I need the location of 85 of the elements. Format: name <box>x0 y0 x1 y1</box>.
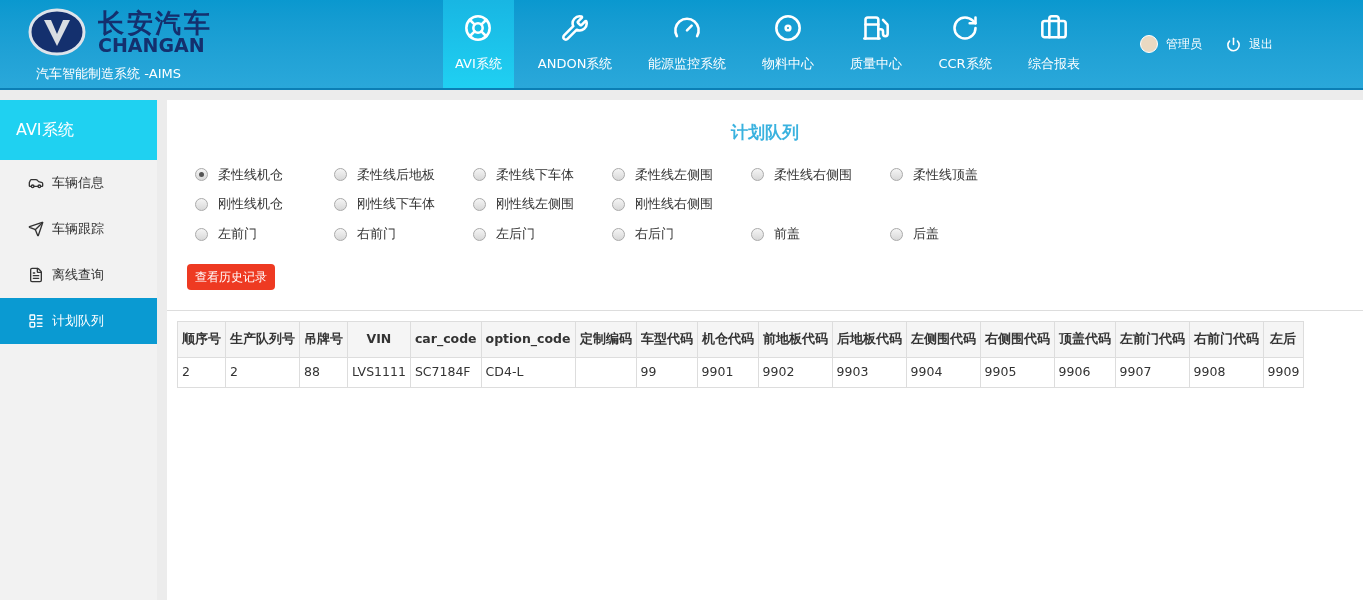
column-header: 定制编码 <box>575 321 637 358</box>
page-title: 计划队列 <box>731 121 799 144</box>
column-header: 左前门代码 <box>1115 321 1190 358</box>
refresh-icon <box>951 14 979 43</box>
column-header: 吊牌号 <box>299 321 348 358</box>
radio-option[interactable]: 左前门 <box>195 225 310 244</box>
radio-button[interactable] <box>334 198 347 212</box>
column-header: 后地板代码 <box>832 321 907 358</box>
column-header: 左后 <box>1263 321 1304 358</box>
radio-button[interactable] <box>195 198 208 212</box>
radio-button[interactable] <box>195 227 208 241</box>
table-cell: 9904 <box>906 357 981 388</box>
table-cell: 88 <box>299 357 348 388</box>
document-icon <box>28 267 44 283</box>
radio-button[interactable] <box>890 227 903 241</box>
radio-button[interactable] <box>473 168 486 182</box>
sidebar-item[interactable]: 离线查询 <box>0 252 157 298</box>
table-cell: LVS1111 <box>347 357 411 388</box>
disc-icon <box>774 14 803 43</box>
table-cell: 2 <box>225 357 300 388</box>
radio-button[interactable] <box>334 168 347 182</box>
paper-plane-icon <box>28 221 44 237</box>
radio-option[interactable]: 柔性线右侧围 <box>751 165 866 185</box>
column-header: 生产队列号 <box>225 321 300 358</box>
brand-name-latin: CHANGAN <box>98 35 205 55</box>
column-header: 左侧围代码 <box>906 321 981 358</box>
radio-button[interactable] <box>473 227 486 241</box>
system-subtitle: 汽车智能制造系统 -AIMS <box>36 65 183 83</box>
table-cell <box>575 357 637 388</box>
radio-option[interactable]: 前盖 <box>751 225 866 244</box>
radio-option[interactable]: 右后门 <box>612 225 727 244</box>
radio-button[interactable] <box>473 198 486 212</box>
power-icon <box>1225 36 1241 52</box>
radio-button[interactable] <box>612 198 625 212</box>
radio-button[interactable] <box>890 168 903 182</box>
radio-option[interactable]: 柔性线机仓 <box>195 165 310 185</box>
radio-option[interactable]: 后盖 <box>890 225 1005 244</box>
radio-option[interactable]: 刚性线右侧围 <box>612 195 727 214</box>
radio-option[interactable]: 柔性线后地板 <box>334 165 449 185</box>
sidebar-item[interactable]: 车辆信息 <box>0 160 157 206</box>
radio-button[interactable] <box>334 227 347 241</box>
column-header: 右侧围代码 <box>980 321 1055 358</box>
column-header: option_code <box>481 321 576 358</box>
radio-button[interactable] <box>751 168 764 182</box>
column-header: 车型代码 <box>636 321 698 358</box>
table-cell: 9909 <box>1263 357 1304 388</box>
column-header: car_code <box>410 321 482 358</box>
table-cell: 2 <box>177 357 226 388</box>
table-cell: 9901 <box>697 357 759 388</box>
column-header: 前地板代码 <box>758 321 833 358</box>
table-cell: 9905 <box>980 357 1055 388</box>
table-cell: 9906 <box>1054 357 1116 388</box>
radio-button[interactable] <box>612 227 625 241</box>
table-cell: 9903 <box>832 357 907 388</box>
user-name: 管理员 <box>1165 36 1202 53</box>
table-cell: 9908 <box>1189 357 1264 388</box>
radio-option[interactable]: 左后门 <box>473 225 588 244</box>
radio-option[interactable]: 右前门 <box>334 225 449 244</box>
history-button[interactable]: 查看历史记录 <box>187 263 275 290</box>
logo-icon <box>28 8 86 56</box>
sidebar-title: AVI系统 <box>0 100 157 160</box>
table-cell: CD4-L <box>481 357 576 388</box>
column-header: 顺序号 <box>177 321 226 358</box>
list-icon <box>28 313 44 329</box>
radio-button[interactable] <box>195 168 208 182</box>
table-cell: 9902 <box>758 357 833 388</box>
brand-name: 长安汽车 <box>98 9 213 36</box>
radio-option[interactable]: 柔性线下车体 <box>473 165 588 185</box>
column-header: VIN <box>347 321 411 358</box>
radio-option[interactable]: 刚性线机仓 <box>195 195 310 214</box>
column-header: 顶盖代码 <box>1054 321 1116 358</box>
avatar-icon <box>1139 35 1158 53</box>
sidebar-item[interactable]: 车辆跟踪 <box>0 206 157 252</box>
radio-button[interactable] <box>612 168 625 182</box>
column-header: 机仓代码 <box>697 321 759 358</box>
radio-button[interactable] <box>751 227 764 241</box>
column-header: 右前门代码 <box>1189 321 1264 358</box>
radio-option[interactable]: 柔性线顶盖 <box>890 165 1005 185</box>
table-cell: 99 <box>636 357 698 388</box>
fuel-pump-icon <box>862 14 891 43</box>
table-cell: 9907 <box>1115 357 1190 388</box>
radio-option[interactable]: 刚性线下车体 <box>334 195 449 214</box>
radio-option[interactable]: 刚性线左侧围 <box>473 195 588 214</box>
table-cell: SC7184F <box>410 357 482 388</box>
radio-option[interactable]: 柔性线左侧围 <box>612 165 727 185</box>
